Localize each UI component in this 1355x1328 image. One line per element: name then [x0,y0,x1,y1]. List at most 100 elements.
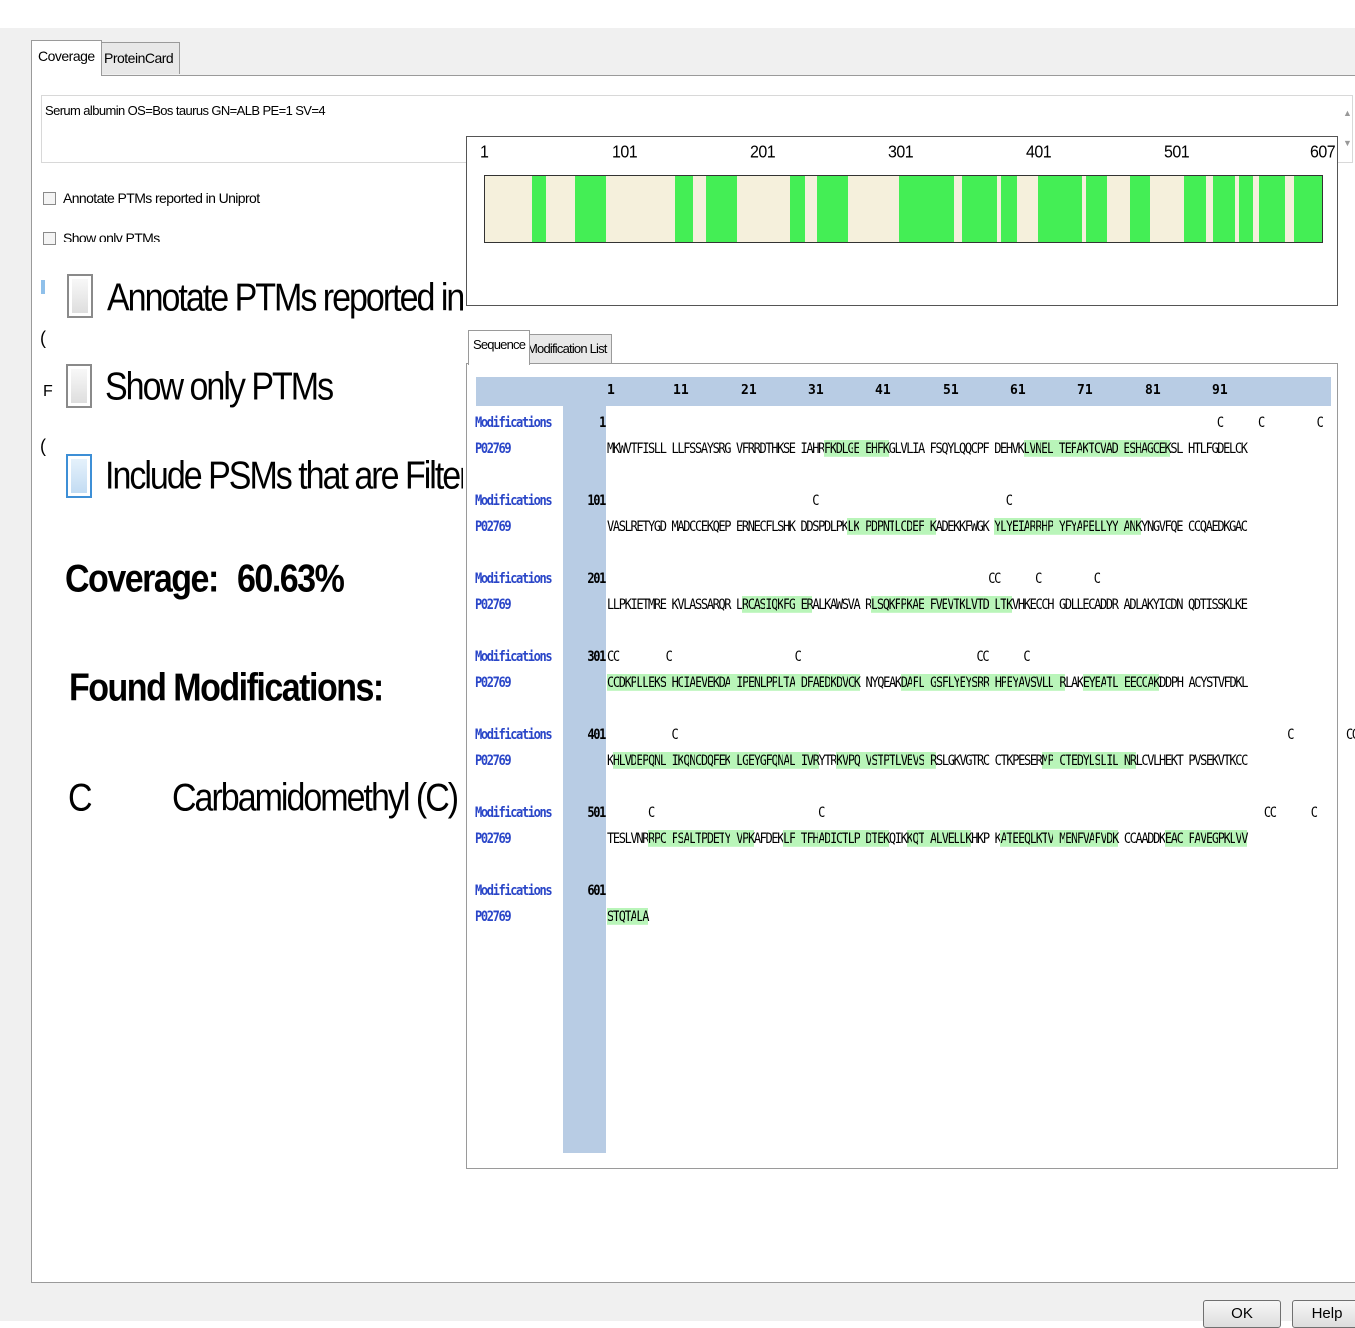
modifications-row-label: Modifications [475,804,553,821]
tab-sequence[interactable]: Sequence [468,330,531,365]
coverage-map-tick-label: 201 [750,143,776,162]
modifications-row-label: Modifications [475,414,553,431]
show-only-ptms-checkbox-zoomed[interactable] [66,364,92,408]
protein-coverage-dialog: Coverage ProteinCard Serum albumin OS=Bo… [0,0,1355,1328]
coverage-segment [1184,176,1207,242]
annotate-ptms-label: Annotate PTMs reported in Uniprot [63,190,260,206]
accession-row-label: P02769 [475,518,512,535]
accession-row-label: P02769 [475,752,512,769]
accession-row-label: P02769 [475,830,512,847]
coverage-segment [574,176,589,242]
show-only-ptms-label: Show only PTMs [63,230,160,242]
tab-modification-list[interactable]: Modification List [522,334,612,364]
annotate-ptms-checkbox[interactable] [43,192,56,205]
modification-markers: CC C C [607,570,1101,587]
partial-checkbox-edge [41,280,45,294]
coverage-map-bar [484,175,1323,243]
partial-label-glyph: F [43,383,53,400]
coverage-segment [817,176,848,242]
coverage-segment [1037,176,1054,242]
ruler-tick-label: 51 [943,383,959,398]
sequence-line: CCDKPLLEKS HCIAEVEKDA IPENLPPLTA DFAEDKD… [607,674,1249,691]
scroll-down-icon[interactable]: ▼ [1343,138,1352,148]
coverage-segment [531,176,546,242]
modification-markers: C C [607,492,1013,509]
coverage-segment [588,176,607,242]
ruler-tick-label: 1 [607,383,615,398]
modification-markers: C C CC C [607,804,1318,821]
coverage-map-tick-label: 401 [1026,143,1052,162]
position-ruler [476,377,1331,406]
modifications-row-label: Modifications [475,492,553,509]
accession-row-label: P02769 [475,908,512,925]
coverage-map-tick-label: 301 [888,143,914,162]
coverage-value: 60.63% [237,557,345,601]
show-only-ptms-label-clip: Show only PTMs [60,228,460,242]
sequence-row-index: 401 [587,726,606,743]
ok-button[interactable]: OK [1203,1300,1281,1328]
coverage-segment [1258,176,1269,242]
sequence-line: TESLVNRRPC FSALTPDETY VPKAFDEKLF TFHADIC… [607,830,1248,847]
annotate-ptms-checkbox-zoomed[interactable] [67,274,93,318]
coverage-segment [675,176,694,242]
accession-row-label: P02769 [475,674,512,691]
modifications-row-label: Modifications [475,648,553,665]
show-only-ptms-checkbox[interactable] [43,232,56,245]
sequence-row-index: 1 [599,414,606,431]
sequence-line: MKWVTFISLL LLFSSAYSRG VFRRDTHKSE IAHRFKD… [607,440,1248,457]
coverage-map-tick-label: 101 [612,143,638,162]
modification-name: Carbamidomethyl (C) [172,776,459,820]
modification-symbol: C [68,776,93,820]
tab-proteincard[interactable]: ProteinCard [97,42,181,74]
sequence-line: LLPKIETMRE KVLASSARQR LRCASIQKFG ERALKAW… [607,596,1248,613]
coverage-segment [1053,176,1083,242]
protein-description: Serum albumin OS=Bos taurus GN=ALB PE=1 … [45,103,326,118]
coverage-segment [1268,176,1285,242]
coverage-segment [911,176,954,242]
modifications-row-label: Modifications [475,726,553,743]
coverage-segment [1086,176,1107,242]
ruler-tick-label: 31 [808,383,824,398]
ruler-tick-label: 71 [1077,383,1093,398]
coverage-segment [980,176,997,242]
show-only-ptms-label-zoomed: Show only PTMs [105,365,334,409]
ruler-tick-label: 61 [1010,383,1026,398]
tab-coverage[interactable]: Coverage [31,40,102,76]
sequence-line: KHLVDEPQNL IKQNCDQFEK LGEYGFQNAL IVRYTRK… [607,752,1248,769]
annotate-ptms-label-zoomed: Annotate PTMs reported in Unipro [107,276,463,320]
help-button[interactable]: Help [1292,1300,1355,1328]
coverage-segment [1239,176,1254,242]
coverage-map-tick-label: 607 [1310,143,1336,162]
coverage-segment [705,176,716,242]
sequence-row-index: 301 [587,648,606,665]
sequence-line: VASLRETYGD MADCCEKQEP ERNECFLSHK DDSPDLP… [607,518,1248,535]
ruler-tick-label: 21 [741,383,757,398]
partial-label-glyph: ( [40,328,46,348]
ruler-tick-label: 41 [875,383,891,398]
coverage-segment [1000,176,1018,242]
modifications-row-label: Modifications [475,882,553,899]
sequence-row-index: 101 [587,492,606,509]
sequence-row-index: 501 [587,804,606,821]
coverage-segment [1213,176,1236,242]
index-column [563,406,606,1153]
window-top-area [0,0,1355,28]
sequence-row-index: 601 [587,882,606,899]
ruler-tick-label: 91 [1212,383,1228,398]
scroll-up-icon[interactable]: ▲ [1343,108,1352,118]
modification-markers: C C CC [607,726,1355,743]
coverage-segment [1294,176,1322,242]
coverage-segment [962,176,981,242]
partial-label-glyph: ( [40,436,46,456]
include-filtered-psms-checkbox[interactable] [66,454,92,498]
coverage-map-tick-label: 1 [480,143,489,162]
include-filtered-psms-label: Include PSMs that are Filtered Out [105,454,463,498]
modification-markers: CC C C CC C [607,648,1031,665]
ruler-tick-label: 81 [1145,383,1161,398]
accession-row-label: P02769 [475,440,512,457]
coverage-segment [789,176,805,242]
coverage-label: Coverage: [65,557,219,601]
sequence-row-index: 201 [587,570,606,587]
modification-markers: C C C [607,414,1324,431]
sequence-line: STQTALA [607,908,649,925]
